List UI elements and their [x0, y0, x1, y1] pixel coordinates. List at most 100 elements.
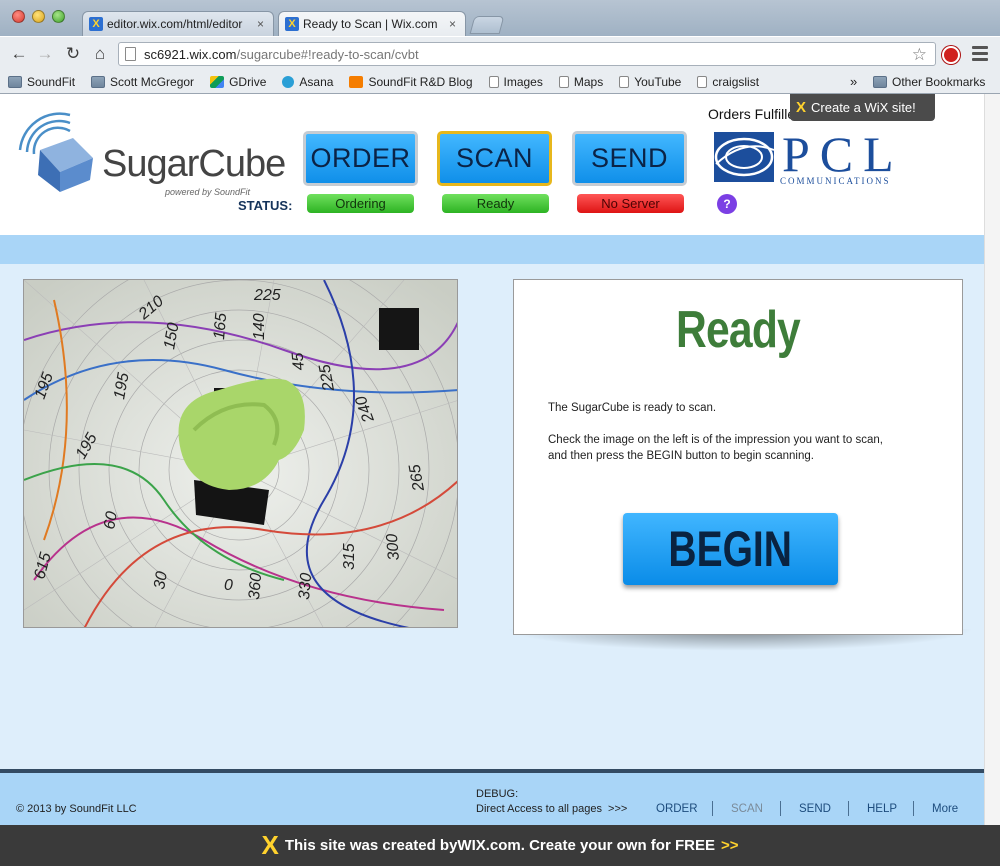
- asana-icon: [282, 75, 295, 88]
- tab-ready-to-scan[interactable]: X Ready to Scan | Wix.com ×: [278, 11, 466, 36]
- bookmark-item[interactable]: GDrive: [210, 75, 266, 89]
- svg-text:360: 360: [246, 572, 265, 600]
- footer-link-send[interactable]: SEND: [799, 803, 831, 815]
- page-scrollbar[interactable]: [984, 94, 1000, 866]
- new-tab-button[interactable]: [469, 16, 505, 34]
- address-bar[interactable]: sc6921.wix.com/sugarcube#!ready-to-scan/…: [118, 42, 936, 66]
- debug-label: DEBUG:: [476, 788, 519, 800]
- footer-link-order[interactable]: ORDER: [656, 803, 698, 815]
- bookmark-star-icon[interactable]: ☆: [912, 45, 927, 65]
- menu-icon[interactable]: [972, 46, 988, 64]
- footer-separator: [913, 801, 914, 816]
- logo-tagline: powered by SoundFit: [165, 187, 251, 197]
- blogger-icon: [349, 75, 364, 88]
- bookmark-item[interactable]: Asana: [282, 75, 333, 89]
- svg-text:140: 140: [251, 313, 268, 340]
- bookmarks-overflow-chevron[interactable]: »: [850, 74, 857, 89]
- stop-extension-icon[interactable]: [942, 46, 960, 64]
- page-icon: [125, 47, 136, 61]
- wix-promo-banner[interactable]: X This site was created by WIX.com . Cre…: [0, 825, 1000, 866]
- tab-close-icon[interactable]: ×: [257, 17, 267, 31]
- footer-link-more[interactable]: More: [932, 803, 958, 815]
- bookmark-item[interactable]: SoundFit: [8, 75, 75, 89]
- site-header: SugarCube powered by SoundFit ORDER SCAN…: [0, 94, 984, 235]
- cube-wifi-icon: [18, 112, 93, 192]
- page-icon: [619, 75, 630, 88]
- svg-text:165: 165: [211, 312, 230, 340]
- svg-text:315: 315: [341, 543, 358, 570]
- tab-editor[interactable]: X editor.wix.com/html/editor ×: [82, 11, 274, 36]
- send-button[interactable]: SEND: [572, 131, 687, 186]
- bookmark-item[interactable]: craigslist: [697, 75, 759, 89]
- close-window-button[interactable]: [12, 10, 25, 23]
- pcl-wordmark: PCL: [782, 126, 904, 182]
- folder-icon: [8, 75, 22, 88]
- back-arrow-icon[interactable]: ←: [8, 43, 30, 65]
- pcl-communications-logo[interactable]: PCL COMMUNICATIONS: [712, 128, 912, 188]
- site-footer: © 2013 by SoundFit LLC DEBUG: Direct Acc…: [0, 769, 984, 825]
- ready-message: The SugarCube is ready to scan.: [548, 402, 717, 414]
- footer-separator: [712, 801, 713, 816]
- begin-button[interactable]: BEGIN: [623, 513, 838, 585]
- bookmarks-bar: SoundFit Scott McGregor GDrive Asana Sou…: [0, 70, 1000, 94]
- page-icon: [488, 75, 499, 88]
- reload-icon[interactable]: ↻: [62, 43, 84, 65]
- tab-close-icon[interactable]: ×: [449, 17, 459, 31]
- footer-link-help[interactable]: HELP: [867, 803, 897, 815]
- other-bookmarks[interactable]: Other Bookmarks: [873, 75, 985, 89]
- footer-separator: [848, 801, 849, 816]
- bookmark-item[interactable]: Scott McGregor: [91, 75, 194, 89]
- page-icon: [558, 75, 569, 88]
- svg-text:30: 30: [151, 570, 171, 591]
- folder-icon: [91, 75, 106, 88]
- pcl-subtitle: COMMUNICATIONS: [780, 176, 891, 186]
- logo-wordmark: SugarCube: [102, 143, 286, 185]
- bookmark-item[interactable]: Images: [488, 75, 543, 89]
- folder-icon: [873, 76, 887, 88]
- svg-text:225: 225: [253, 287, 281, 304]
- status-no-server-badge: No Server: [577, 194, 684, 213]
- copyright-text: © 2013 by SoundFit LLC: [16, 803, 137, 815]
- svg-text:330: 330: [296, 572, 315, 600]
- ready-panel: Ready The SugarCube is ready to scan. Ch…: [513, 279, 963, 635]
- url-text: sc6921.wix.com/sugarcube#!ready-to-scan/…: [144, 46, 419, 62]
- wix-x-icon: X: [796, 99, 807, 116]
- orders-fulfilled-label: Orders Fulfilled: [708, 106, 803, 122]
- footer-separator: [780, 801, 781, 816]
- status-label: STATUS:: [238, 198, 293, 213]
- scan-button[interactable]: SCAN: [437, 131, 552, 186]
- wix-promo-prefix: This site was created by: [284, 837, 458, 854]
- wix-promo-arrow: >>: [720, 837, 739, 854]
- browser-toolbar: ← → ↻ ⌂ sc6921.wix.com/sugarcube#!ready-…: [0, 36, 1000, 70]
- wix-favicon-icon: X: [89, 17, 103, 31]
- status-ready-badge: Ready: [442, 194, 549, 213]
- minimize-window-button[interactable]: [32, 10, 45, 23]
- help-icon[interactable]: ?: [717, 194, 737, 214]
- wix-promo-suffix: . Create your own for FREE: [520, 837, 715, 854]
- bookmark-item[interactable]: Maps: [558, 75, 603, 89]
- home-icon[interactable]: ⌂: [89, 43, 111, 65]
- bookmark-item[interactable]: SoundFit R&D Blog: [349, 75, 473, 89]
- svg-text:300: 300: [384, 533, 403, 561]
- svg-text:0: 0: [224, 577, 233, 594]
- panel-instructions: The SugarCube is ready to scan. Check th…: [548, 400, 898, 480]
- forward-arrow-icon[interactable]: →: [34, 43, 56, 65]
- footer-link-scan[interactable]: SCAN: [731, 803, 763, 815]
- tab-title: Ready to Scan | Wix.com: [303, 17, 438, 31]
- debug-info: DEBUG: Direct Access to all pages >>>: [476, 787, 627, 817]
- zoom-window-button[interactable]: [52, 10, 65, 23]
- page-icon: [697, 75, 708, 88]
- wix-logo-icon: X: [261, 830, 279, 860]
- create-wix-site-badge[interactable]: X Create a WiX site!: [790, 94, 935, 121]
- impression-camera-image: 195 195 195 150 165 140 45 225 240 265 6…: [23, 279, 458, 628]
- sugarcube-logo[interactable]: SugarCube powered by SoundFit: [15, 110, 286, 200]
- debug-direct-access: Direct Access to all pages >>>: [476, 803, 628, 815]
- order-button[interactable]: ORDER: [303, 131, 418, 186]
- svg-text:60: 60: [101, 510, 121, 531]
- wix-promo-brand: WIX.com: [457, 837, 521, 854]
- panel-title: Ready: [676, 301, 801, 359]
- wix-favicon-icon: X: [285, 17, 299, 31]
- tab-title: editor.wix.com/html/editor: [107, 17, 243, 31]
- browser-tab-strip: X editor.wix.com/html/editor × X Ready t…: [0, 0, 1000, 36]
- bookmark-item[interactable]: YouTube: [619, 75, 681, 89]
